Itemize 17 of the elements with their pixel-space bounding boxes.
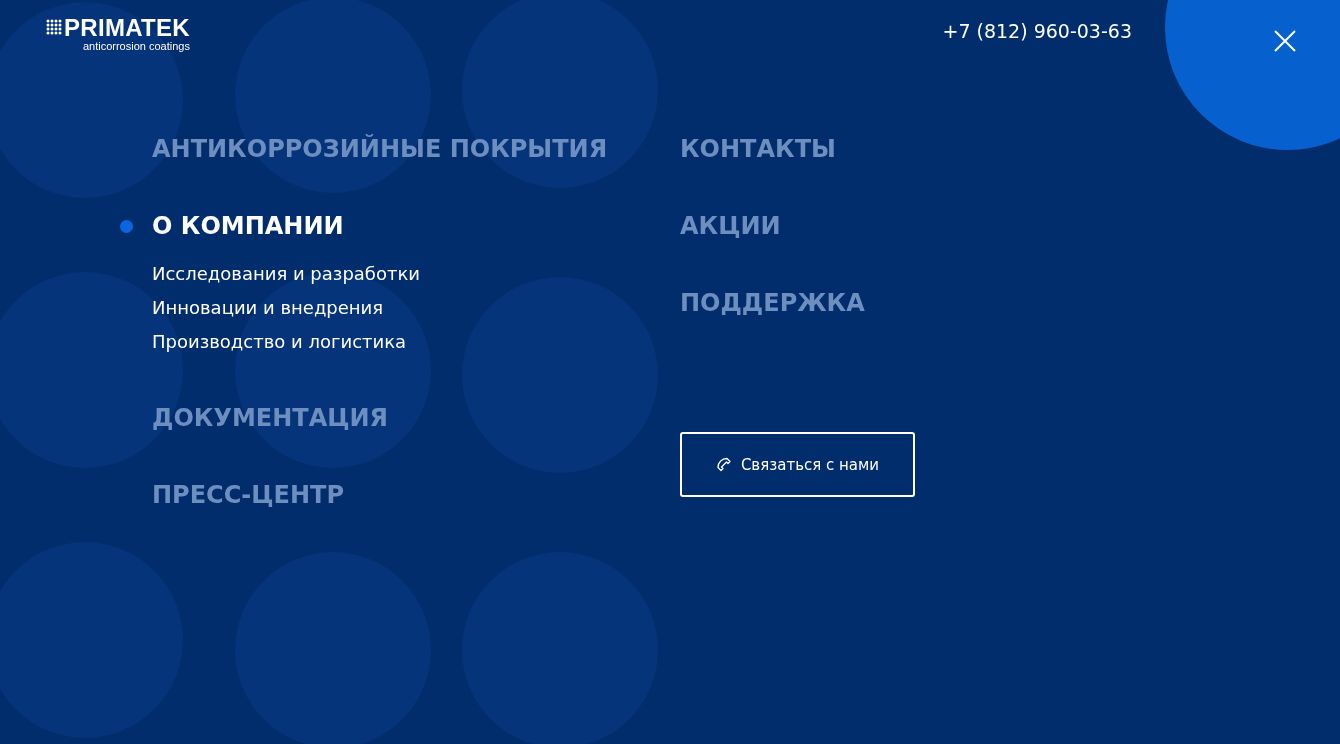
menu-item[interactable]: ПОДДЕРЖКА (680, 291, 865, 316)
menu-item[interactable]: ДОКУМЕНТАЦИЯ (152, 406, 389, 431)
menu-item[interactable]: ПРЕСС-ЦЕНТР (152, 483, 344, 508)
dots-icon (46, 19, 62, 35)
close-icon[interactable] (1274, 30, 1296, 52)
logo-wordmark: PRIMATEK (64, 16, 190, 40)
logo-tagline: anticorrosion coatings (82, 40, 190, 53)
contact-button[interactable]: Связаться с нами (680, 432, 915, 497)
phone-icon (715, 456, 732, 473)
menu-item[interactable]: КОНТАКТЫ (680, 137, 836, 162)
phone-link[interactable]: +7 (812) 960-03-63 (942, 20, 1132, 42)
menu-item[interactable]: АКЦИИ (680, 214, 781, 239)
submenu-item[interactable]: Инновации и внедрения (152, 295, 680, 320)
submenu-item[interactable]: Производство и логистика (152, 329, 680, 354)
menu-item[interactable]: О КОМПАНИИ (152, 214, 344, 239)
submenu-item[interactable]: Исследования и разработки (152, 261, 680, 286)
active-dot-icon (120, 220, 133, 233)
